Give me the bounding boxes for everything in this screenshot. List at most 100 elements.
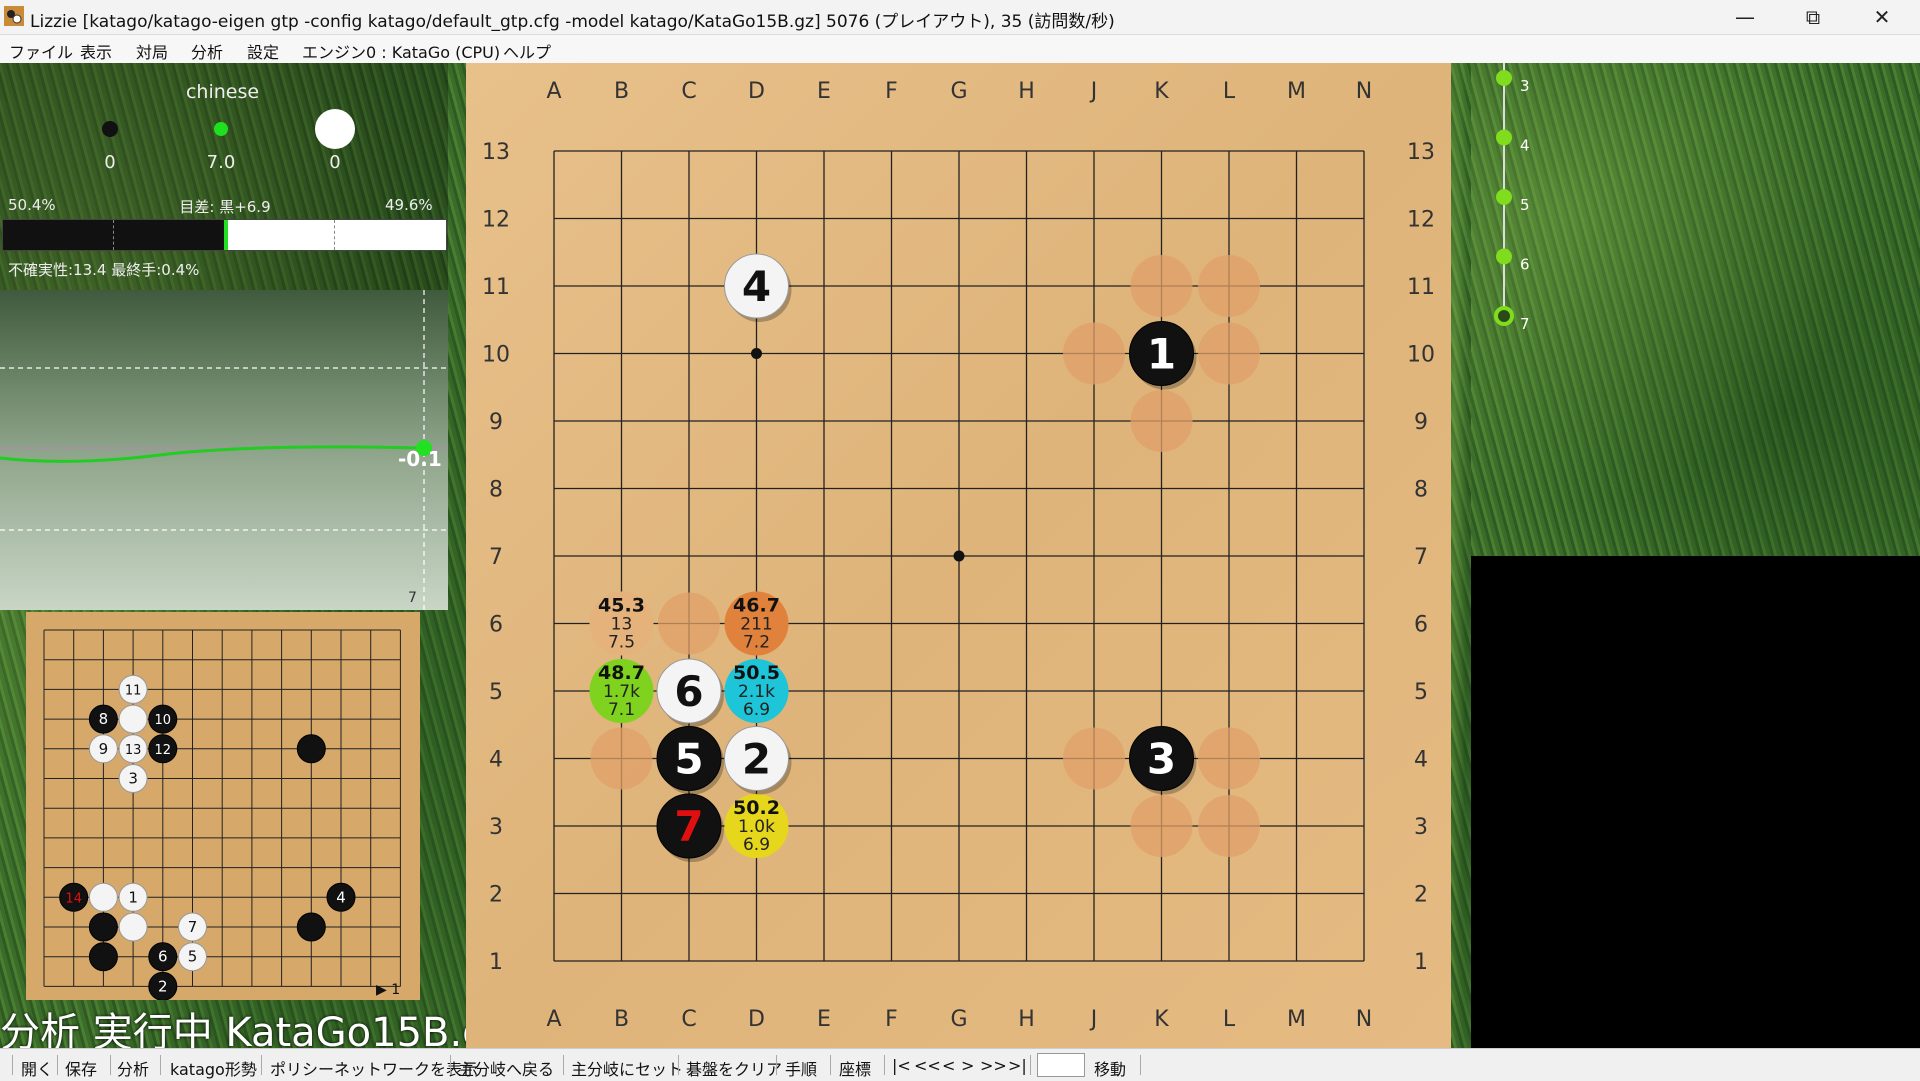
back-ten-button[interactable]: << — [914, 1056, 941, 1075]
candidate-mark — [1198, 727, 1260, 790]
window-title: Lizzie [katago/katago-eigen gtp -config … — [30, 12, 1115, 32]
candidate-mark — [1130, 255, 1193, 317]
winrate-three-quarter-line — [334, 220, 335, 250]
suggestion-winrate: 48.7 — [598, 662, 645, 684]
column-label: C — [681, 1007, 696, 1032]
black-winrate: 50.4% — [8, 196, 56, 214]
main-board[interactable]: A A B B C C D D E E F F G G H H J J K K L L M M N N 13 13 12 12 11 11 10… — [466, 63, 1451, 1048]
column-label: B — [614, 1007, 629, 1032]
tree-node-label: 4 — [1520, 137, 1530, 155]
close-button[interactable]: ✕ — [1848, 0, 1916, 34]
menu-view[interactable]: 表示 — [80, 39, 112, 63]
move-order-button[interactable]: 手順 — [785, 1056, 817, 1080]
go-to-move-button[interactable]: 移動 — [1094, 1056, 1126, 1080]
katago-estimate-button[interactable]: katago形勢 — [170, 1056, 257, 1080]
app-icon — [4, 6, 24, 26]
clear-board-button[interactable]: 碁盤をクリア — [686, 1056, 782, 1080]
row-label: 6 — [489, 613, 503, 638]
row-label: 2 — [1414, 883, 1428, 908]
column-label: K — [1154, 1007, 1169, 1032]
mini-move-number: 8 — [99, 710, 109, 728]
separator — [678, 1055, 679, 1075]
stone-move-number: 3 — [1147, 735, 1176, 784]
separator — [1030, 1055, 1031, 1075]
mini-black-stone — [296, 912, 326, 942]
mini-black-stone — [88, 942, 118, 972]
tree-node-label: 5 — [1520, 196, 1530, 214]
coordinates-button[interactable]: 座標 — [839, 1056, 871, 1080]
policy-network-button[interactable]: ポリシーネットワークを表示 — [270, 1056, 478, 1080]
separator — [57, 1055, 58, 1075]
winrate-quarter-line — [113, 220, 114, 250]
column-label: H — [1018, 1007, 1035, 1032]
title-bar: Lizzie [katago/katago-eigen gtp -config … — [0, 0, 1920, 35]
row-label: 3 — [1414, 815, 1428, 840]
maximize-button[interactable]: ⧉ — [1779, 0, 1847, 34]
move-number-input[interactable] — [1037, 1053, 1085, 1077]
row-label: 8 — [489, 478, 503, 503]
black-stone-icon — [102, 121, 118, 137]
row-label: 1 — [1414, 950, 1428, 975]
column-label: J — [1089, 1007, 1098, 1032]
candidate-mark — [1198, 795, 1260, 857]
suggestion-visits: 1.7k — [603, 682, 640, 702]
star-point — [751, 348, 762, 359]
column-label: K — [1154, 79, 1169, 104]
tree-node-label: 3 — [1520, 77, 1530, 95]
candidate-mark — [1130, 390, 1193, 452]
mini-move-number: 1 — [128, 888, 138, 906]
separator — [110, 1055, 111, 1075]
row-label: 7 — [489, 545, 503, 570]
analyze-button[interactable]: 分析 — [117, 1056, 149, 1080]
variation-board: 11 8 10 9 13 12 3 14 1 7 4 6 5 2 ▶ 1 — [26, 612, 420, 1001]
stone-move-number: 4 — [742, 262, 771, 311]
menu-analysis[interactable]: 分析 — [191, 39, 223, 63]
right-board-border — [1451, 63, 1471, 1048]
star-point — [953, 550, 965, 562]
column-label: L — [1223, 1007, 1236, 1032]
menu-game[interactable]: 対局 — [136, 39, 168, 63]
komi-value: 7.0 — [206, 152, 236, 173]
return-main-branch-button[interactable]: 主分岐へ戻る — [458, 1056, 554, 1080]
save-button[interactable]: 保存 — [65, 1056, 97, 1080]
winrate-graph: -0.1 7 — [0, 290, 448, 610]
menu-bar: ファイル 表示 対局 分析 設定 エンジン0 : KataGo (CPU) ヘル… — [0, 35, 1920, 63]
candidate-mark — [1130, 795, 1193, 857]
column-label: A — [546, 1007, 561, 1032]
suggestion-visits: 2.1k — [738, 682, 775, 702]
forward-one-button[interactable]: > — [961, 1056, 974, 1075]
last-move-button[interactable]: >| — [1008, 1056, 1027, 1075]
suggestion-winrate: 45.3 — [598, 595, 645, 617]
forward-ten-button[interactable]: >> — [980, 1056, 1007, 1075]
row-label: 4 — [1414, 748, 1428, 773]
suggestion-visits: 13 — [611, 615, 633, 635]
separator — [563, 1055, 564, 1075]
tree-node — [1496, 70, 1512, 86]
mini-move-number: 9 — [99, 740, 109, 758]
column-label: G — [950, 1007, 967, 1032]
menu-help[interactable]: ヘルプ — [503, 39, 551, 63]
open-button[interactable]: 開く — [21, 1056, 53, 1080]
row-label: 12 — [482, 208, 510, 233]
menu-settings[interactable]: 設定 — [247, 39, 279, 63]
set-main-branch-button[interactable]: 主分岐にセット — [571, 1056, 683, 1080]
mini-move-number: 7 — [188, 918, 198, 936]
back-one-button[interactable]: < — [942, 1056, 955, 1075]
menu-file[interactable]: ファイル — [9, 39, 73, 63]
tree-node-label: 7 — [1520, 315, 1530, 333]
candidate-mark — [590, 727, 653, 790]
mini-white-stone — [88, 882, 118, 912]
white-winrate-fill — [226, 220, 446, 250]
black-captures: 0 — [104, 152, 116, 173]
row-label: 9 — [1414, 410, 1428, 435]
tree-node-label: 6 — [1520, 256, 1530, 274]
first-move-button[interactable]: |< — [892, 1056, 911, 1075]
minimize-button[interactable]: — — [1711, 0, 1779, 34]
menu-engine[interactable]: エンジン0 : KataGo (CPU) — [302, 39, 500, 63]
candidate-mark — [658, 592, 720, 655]
suggestion-winrate: 46.7 — [733, 595, 780, 617]
row-label: 11 — [482, 275, 510, 300]
stone-move-number: 1 — [1147, 330, 1176, 379]
row-label: 5 — [489, 680, 503, 705]
mini-move-number: 12 — [155, 743, 172, 758]
